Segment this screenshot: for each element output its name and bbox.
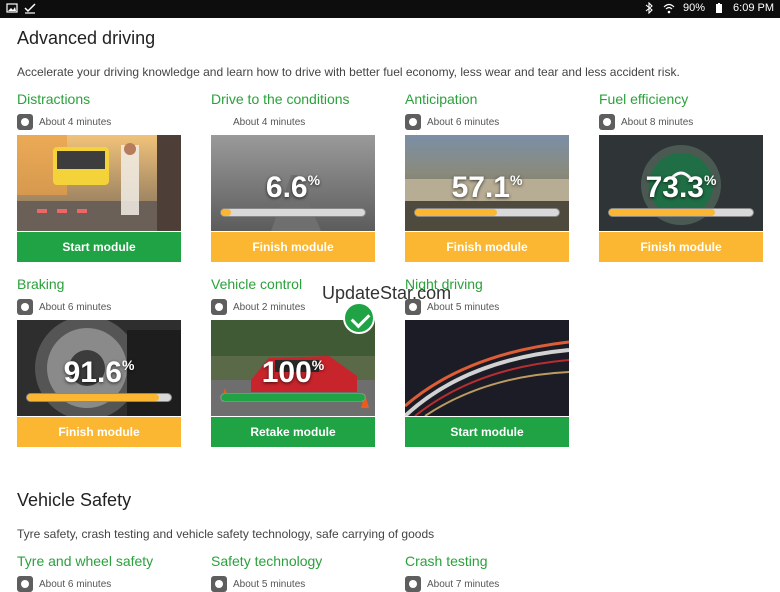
module-title[interactable]: Fuel efficiency bbox=[599, 91, 763, 109]
finish-module-button[interactable]: Finish module bbox=[211, 232, 375, 262]
start-module-button[interactable]: Start module bbox=[405, 417, 569, 447]
module-card-crash-testing[interactable]: Crash testing About 7 minutes bbox=[405, 553, 569, 592]
progress-percent: 6.6% bbox=[265, 171, 321, 204]
finish-module-button[interactable]: Finish module bbox=[405, 232, 569, 262]
start-module-button[interactable]: Start module bbox=[17, 232, 181, 262]
duration-icon bbox=[599, 114, 615, 130]
progress-percent: 57.1% bbox=[451, 171, 523, 204]
module-card-braking[interactable]: Braking About 6 minutes 91.6% Finish mod… bbox=[17, 276, 181, 447]
completed-check-icon bbox=[343, 302, 375, 334]
clock-time: 6:09 PM bbox=[733, 2, 774, 14]
module-thumbnail[interactable]: 91.6% bbox=[17, 320, 181, 416]
section-description-vehicle-safety: Tyre safety, crash testing and vehicle s… bbox=[17, 527, 435, 541]
module-duration: About 2 minutes bbox=[233, 301, 306, 313]
duration-icon bbox=[17, 576, 33, 592]
progress-bar bbox=[608, 208, 754, 217]
duration-icon bbox=[17, 299, 33, 315]
module-card-fuel-efficiency[interactable]: Fuel efficiency About 8 minutes 73.3% Fi… bbox=[599, 91, 763, 262]
status-bar: 90% 6:09 PM bbox=[0, 0, 780, 18]
module-duration: About 8 minutes bbox=[621, 116, 694, 128]
module-title[interactable]: Drive to the conditions bbox=[211, 91, 375, 109]
duration-icon bbox=[17, 114, 33, 130]
module-card-safety-technology[interactable]: Safety technology About 5 minutes bbox=[211, 553, 375, 592]
module-thumbnail[interactable]: 73.3% bbox=[599, 135, 763, 231]
module-thumbnail[interactable] bbox=[17, 135, 181, 231]
module-title[interactable]: Crash testing bbox=[405, 553, 569, 571]
module-duration: About 7 minutes bbox=[427, 578, 500, 590]
module-title[interactable]: Distractions bbox=[17, 91, 181, 109]
street-scene-image bbox=[17, 135, 181, 231]
module-duration: About 6 minutes bbox=[39, 578, 112, 590]
watermark: UpdateStar.com bbox=[322, 283, 452, 303]
finish-module-button[interactable]: Finish module bbox=[599, 232, 763, 262]
module-card-distractions[interactable]: Distractions About 4 minutes Start modul… bbox=[17, 91, 181, 262]
duration-icon bbox=[211, 299, 227, 315]
night-road-image bbox=[405, 320, 569, 416]
duration-icon bbox=[405, 576, 421, 592]
duration-icon bbox=[405, 114, 421, 130]
wifi-icon bbox=[663, 2, 675, 14]
module-card-drive-to-the-conditions[interactable]: Drive to the conditions About 4 minutes … bbox=[211, 91, 375, 262]
battery-percent: 90% bbox=[683, 2, 706, 14]
progress-bar bbox=[220, 393, 366, 402]
image-notification-icon bbox=[6, 2, 18, 14]
progress-percent: 100% bbox=[261, 356, 325, 389]
module-duration: About 6 minutes bbox=[427, 116, 500, 128]
retake-module-button[interactable]: Retake module bbox=[211, 417, 375, 447]
module-thumbnail[interactable]: 6.6% bbox=[211, 135, 375, 231]
module-title[interactable]: Tyre and wheel safety bbox=[17, 553, 181, 571]
section-title-advanced-driving: Advanced driving bbox=[17, 28, 156, 48]
module-duration: About 5 minutes bbox=[233, 578, 306, 590]
module-thumbnail[interactable]: 100% bbox=[211, 320, 375, 416]
section-description-advanced-driving: Accelerate your driving knowledge and le… bbox=[17, 65, 680, 79]
module-title[interactable]: Safety technology bbox=[211, 553, 375, 571]
duration-icon bbox=[211, 576, 227, 592]
module-thumbnail[interactable]: 57.1% bbox=[405, 135, 569, 231]
progress-percent: 91.6% bbox=[63, 356, 135, 389]
section-title-vehicle-safety: Vehicle Safety bbox=[17, 490, 132, 510]
module-duration: About 6 minutes bbox=[39, 301, 112, 313]
progress-bar bbox=[414, 208, 560, 217]
bluetooth-icon bbox=[643, 1, 655, 15]
module-duration: About 4 minutes bbox=[39, 116, 112, 128]
progress-bar bbox=[26, 393, 172, 402]
module-title[interactable]: Anticipation bbox=[405, 91, 569, 109]
progress-bar bbox=[220, 208, 366, 217]
module-card-anticipation[interactable]: Anticipation About 6 minutes 57.1% Finis… bbox=[405, 91, 569, 262]
module-card-tyre-and-wheel-safety[interactable]: Tyre and wheel safety About 6 minutes bbox=[17, 553, 181, 592]
finish-module-button[interactable]: Finish module bbox=[17, 417, 181, 447]
battery-icon bbox=[713, 2, 725, 14]
module-thumbnail[interactable] bbox=[405, 320, 569, 416]
module-duration: About 4 minutes bbox=[233, 116, 306, 128]
check-notification-icon bbox=[24, 2, 36, 14]
progress-percent: 73.3% bbox=[645, 171, 717, 204]
module-title[interactable]: Braking bbox=[17, 276, 181, 294]
